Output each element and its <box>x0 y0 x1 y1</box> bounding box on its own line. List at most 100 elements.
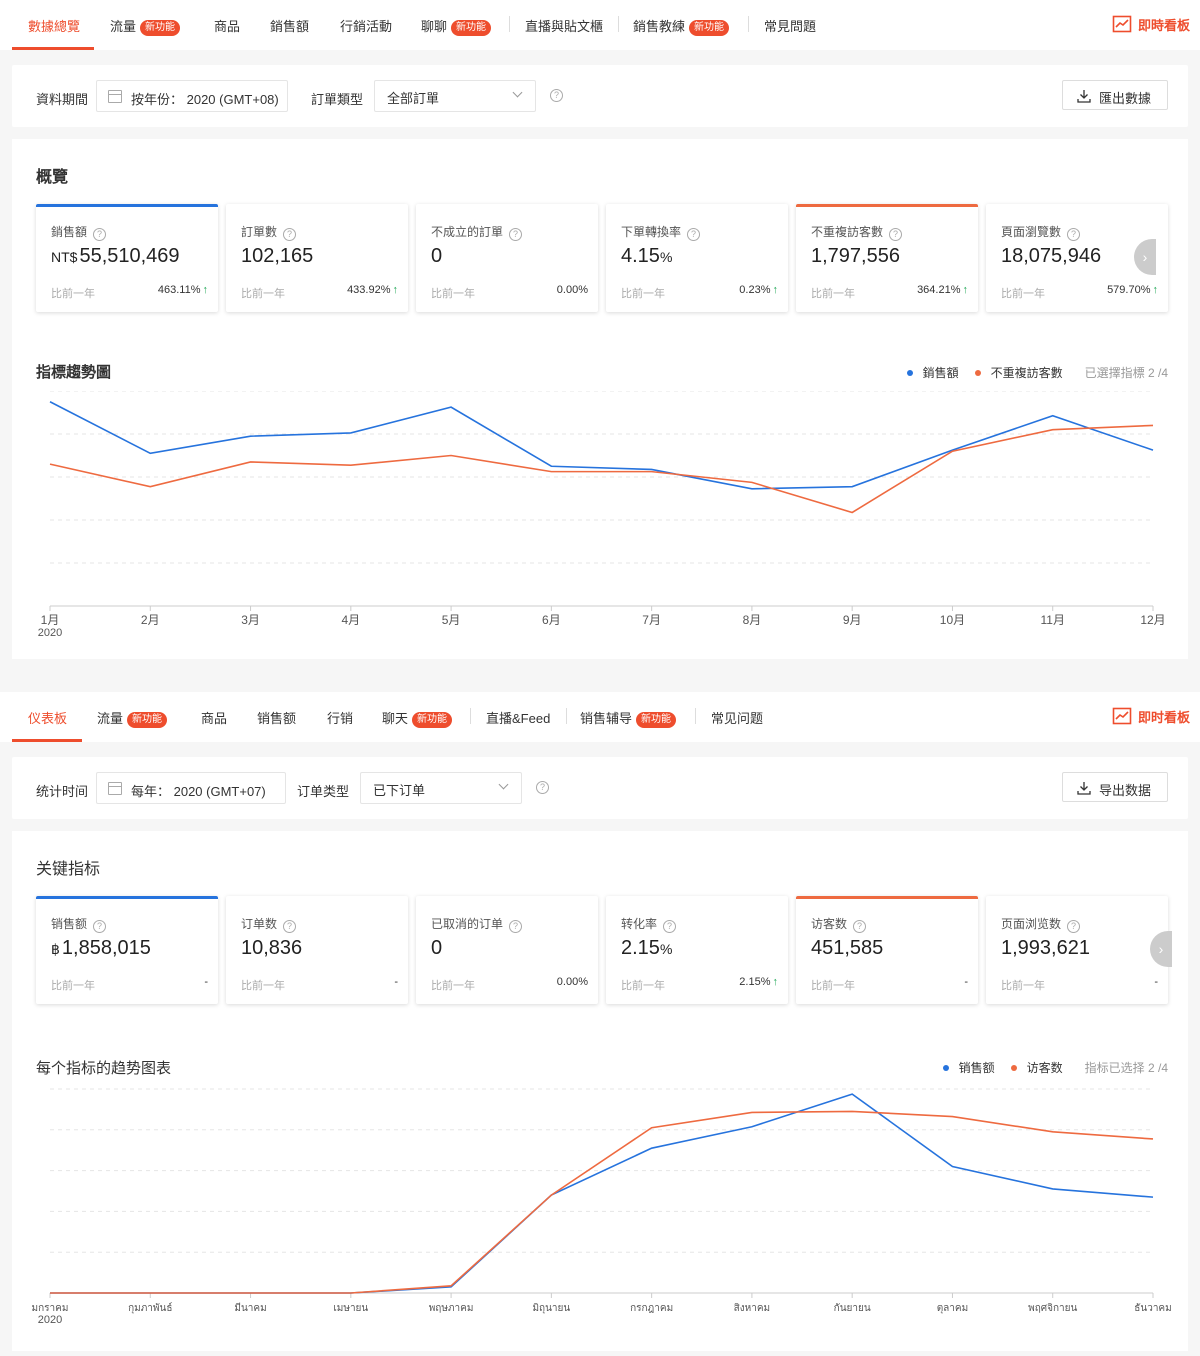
tab-overview[interactable]: 數據總覽 <box>28 16 80 35</box>
series-line-sales <box>50 1093 1154 1294</box>
tab-traffic[interactable]: 流量 新功能 <box>97 708 168 728</box>
metric-card[interactable]: 销售额? ฿ 1,858,015 比前一年 - <box>36 896 218 1004</box>
help-icon[interactable]: ? <box>283 228 297 241</box>
metric-change: 0.00% <box>557 284 588 296</box>
metric-card[interactable]: 页面浏览数? 1,993,621 比前一年 - <box>986 896 1168 1004</box>
x-tick-label: มิถุนายน <box>532 1303 570 1314</box>
compare-label: 比前一年 <box>621 288 665 300</box>
date-period-picker[interactable]: 每年： 2020 (GMT+07) <box>96 772 286 804</box>
tab-divider <box>695 708 696 724</box>
tab-products[interactable]: 商品 <box>201 708 227 727</box>
tab-faq[interactable]: 常見問題 <box>764 16 816 35</box>
tab-marketing[interactable]: 行銷活動 <box>340 16 392 35</box>
change-value: - <box>394 976 398 988</box>
tab-chat[interactable]: 聊天 新功能 <box>382 708 453 728</box>
help-icon[interactable]: ? <box>1067 920 1081 933</box>
tab-sales[interactable]: 銷售額 <box>270 16 309 35</box>
metric-value: 1,797,556 <box>811 245 900 268</box>
metric-number: 1,797,556 <box>811 245 900 267</box>
tab-traffic[interactable]: 流量 新功能 <box>110 16 181 36</box>
help-icon[interactable]: ? <box>687 228 701 241</box>
arrow-up-icon: ↑ <box>772 976 779 988</box>
trend-chart-icon <box>1112 15 1132 33</box>
date-period-picker[interactable]: 按年份： 2020 (GMT+08) <box>96 80 288 112</box>
tab-sales-coach[interactable]: 銷售教練 新功能 <box>633 16 730 36</box>
change-value: 579.70% <box>1107 284 1151 296</box>
help-icon[interactable]: ? <box>550 89 563 102</box>
metric-card[interactable]: 銷售額? NT$ 55,510,469 比前一年 463.11% ↑ <box>36 204 218 312</box>
export-data-button[interactable]: 匯出數據 <box>1061 80 1168 110</box>
help-icon[interactable]: ? <box>509 920 523 933</box>
metric-change: - <box>204 976 208 988</box>
tab-live-feed[interactable]: 直播&Feed <box>486 708 550 727</box>
tab-live-feed[interactable]: 直播與貼文櫃 <box>525 16 603 35</box>
metric-change: 463.11% ↑ <box>158 284 208 296</box>
metric-number: 1,993,621 <box>1001 937 1090 959</box>
chevron-down-icon <box>512 87 523 98</box>
help-icon[interactable]: ? <box>853 920 867 933</box>
tab-faq[interactable]: 常见问题 <box>711 708 763 727</box>
live-dashboard-link[interactable]: 即時看板 <box>1112 14 1190 34</box>
metric-value: 1,993,621 <box>1001 937 1090 960</box>
percent-sign: % <box>659 941 673 957</box>
metric-number: 0 <box>431 245 443 267</box>
order-type-select[interactable]: 全部訂單 <box>374 80 536 112</box>
series-line-sales <box>49 401 1154 490</box>
x-tick-label: กรกฎาคม <box>630 1303 673 1314</box>
change-value: - <box>204 976 208 988</box>
tab-marketing[interactable]: 行销 <box>327 708 353 727</box>
tab-dashboard[interactable]: 仪表板 <box>28 708 67 727</box>
x-tick-label: 6月 <box>542 613 561 627</box>
tab-sales-coach[interactable]: 销售辅导 新功能 <box>580 708 677 728</box>
help-icon[interactable]: ? <box>283 920 297 933</box>
trend-title: 指標趨勢圖 <box>36 364 112 381</box>
metric-label: 訂單數? <box>241 223 297 241</box>
help-icon[interactable]: ? <box>536 781 549 794</box>
x-tick-label: 5月 <box>442 613 461 627</box>
metric-number: 55,510,469 <box>79 245 180 267</box>
metric-card[interactable]: 转化率? 2.15% 比前一年 2.15% ↑ <box>606 896 788 1004</box>
live-dashboard-link[interactable]: 即时看板 <box>1112 706 1190 726</box>
legend-item-sales[interactable]: 銷售額 <box>906 364 959 381</box>
legend-item-visitors[interactable]: 访客数 <box>1010 1059 1063 1076</box>
order-type-select[interactable]: 已下订单 <box>360 772 522 804</box>
selected-metrics-count: 指标已选择 2 /4 <box>1084 1061 1168 1075</box>
metric-card[interactable]: 不成立的訂單? 0 比前一年 0.00% <box>416 204 598 312</box>
export-data-button[interactable]: 导出数据 <box>1061 772 1168 802</box>
help-icon[interactable]: ? <box>93 228 107 241</box>
tab-chat[interactable]: 聊聊 新功能 <box>421 16 492 36</box>
tab-products[interactable]: 商品 <box>214 16 240 35</box>
change-value: 433.92% <box>347 284 391 296</box>
metric-card[interactable]: 已取消的订单? 0 比前一年 0.00% <box>416 896 598 1004</box>
tab-sales[interactable]: 销售额 <box>257 708 296 727</box>
selected-metrics-count: 已選擇指標 2 /4 <box>1084 366 1168 380</box>
help-icon[interactable]: ? <box>889 228 903 241</box>
help-icon[interactable]: ? <box>93 920 107 933</box>
x-tick-label: พฤษภาคม <box>429 1303 474 1314</box>
new-badge: 新功能 <box>689 20 730 36</box>
active-tab-indicator <box>12 47 94 50</box>
x-tick-label: กันยายน <box>834 1303 871 1314</box>
metric-number: 0 <box>431 937 443 959</box>
metric-number: 1,858,015 <box>61 937 151 959</box>
metric-card[interactable]: 订单数? 10,836 比前一年 - <box>226 896 408 1004</box>
help-icon[interactable]: ? <box>509 228 523 241</box>
metric-change: 433.92% ↑ <box>347 284 398 296</box>
metric-card[interactable]: 下單轉換率? 4.15% 比前一年 0.23% ↑ <box>606 204 788 312</box>
metric-card[interactable]: 訂單數? 102,165 比前一年 433.92% ↑ <box>226 204 408 312</box>
metric-card[interactable]: 访客数? 451,585 比前一年 - <box>796 896 978 1004</box>
compare-label: 比前一年 <box>241 980 285 992</box>
legend-label: 不重複訪客數 <box>990 366 1063 380</box>
export-label: 导出数据 <box>1098 783 1151 798</box>
legend-item-visitors[interactable]: 不重複訪客數 <box>974 364 1063 381</box>
compare-label: 比前一年 <box>811 980 855 992</box>
help-icon[interactable]: ? <box>663 920 677 933</box>
help-icon[interactable]: ? <box>1067 228 1081 241</box>
arrow-up-icon: ↑ <box>392 284 399 296</box>
metric-label: 頁面瀏覽數? <box>1001 223 1081 241</box>
compare-label: 比前一年 <box>51 980 95 992</box>
metric-card[interactable]: 不重複訪客數? 1,797,556 比前一年 364.21% ↑ <box>796 204 978 312</box>
legend-item-sales[interactable]: 销售额 <box>942 1059 995 1076</box>
compare-label: 比前一年 <box>431 288 475 300</box>
x-tick-label: 7月 <box>642 613 661 627</box>
